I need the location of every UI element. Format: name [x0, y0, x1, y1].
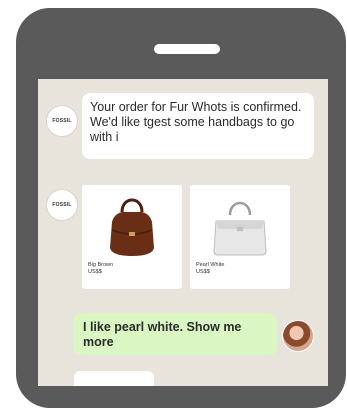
next-message-stub — [74, 371, 154, 386]
user-message-bubble: I like pearl white. Show me more — [73, 313, 277, 355]
bot-message-text: Your order for Fur Whots is confirmed. W… — [90, 100, 302, 144]
product-name: Pearl White — [196, 262, 225, 268]
product-carousel: Big Brown US$$ Pearl White US$$ — [82, 185, 290, 289]
brand-avatar: FOSSIL — [46, 189, 78, 221]
product-price: US$$ — [88, 269, 102, 275]
product-price: US$$ — [196, 269, 210, 275]
handbag-white-image — [190, 189, 290, 259]
brand-avatar-text: FOSSIL — [52, 118, 72, 124]
user-avatar — [282, 320, 314, 352]
phone-speaker — [154, 44, 220, 54]
product-name: Big Brown — [88, 262, 114, 268]
user-message-text: I like pearl white. Show me more — [83, 320, 242, 349]
bot-message-bubble: Your order for Fur Whots is confirmed. W… — [82, 93, 314, 159]
product-card-big-brown[interactable]: Big Brown US$$ — [82, 185, 182, 289]
product-card-pearl-white[interactable]: Pearl White US$$ — [190, 185, 290, 289]
brand-avatar-text: FOSSIL — [52, 202, 72, 208]
brand-avatar: FOSSIL — [46, 105, 78, 137]
handbag-brown-image — [82, 189, 182, 259]
chat-screen: FOSSIL Your order for Fur Whots is confi… — [38, 79, 328, 386]
